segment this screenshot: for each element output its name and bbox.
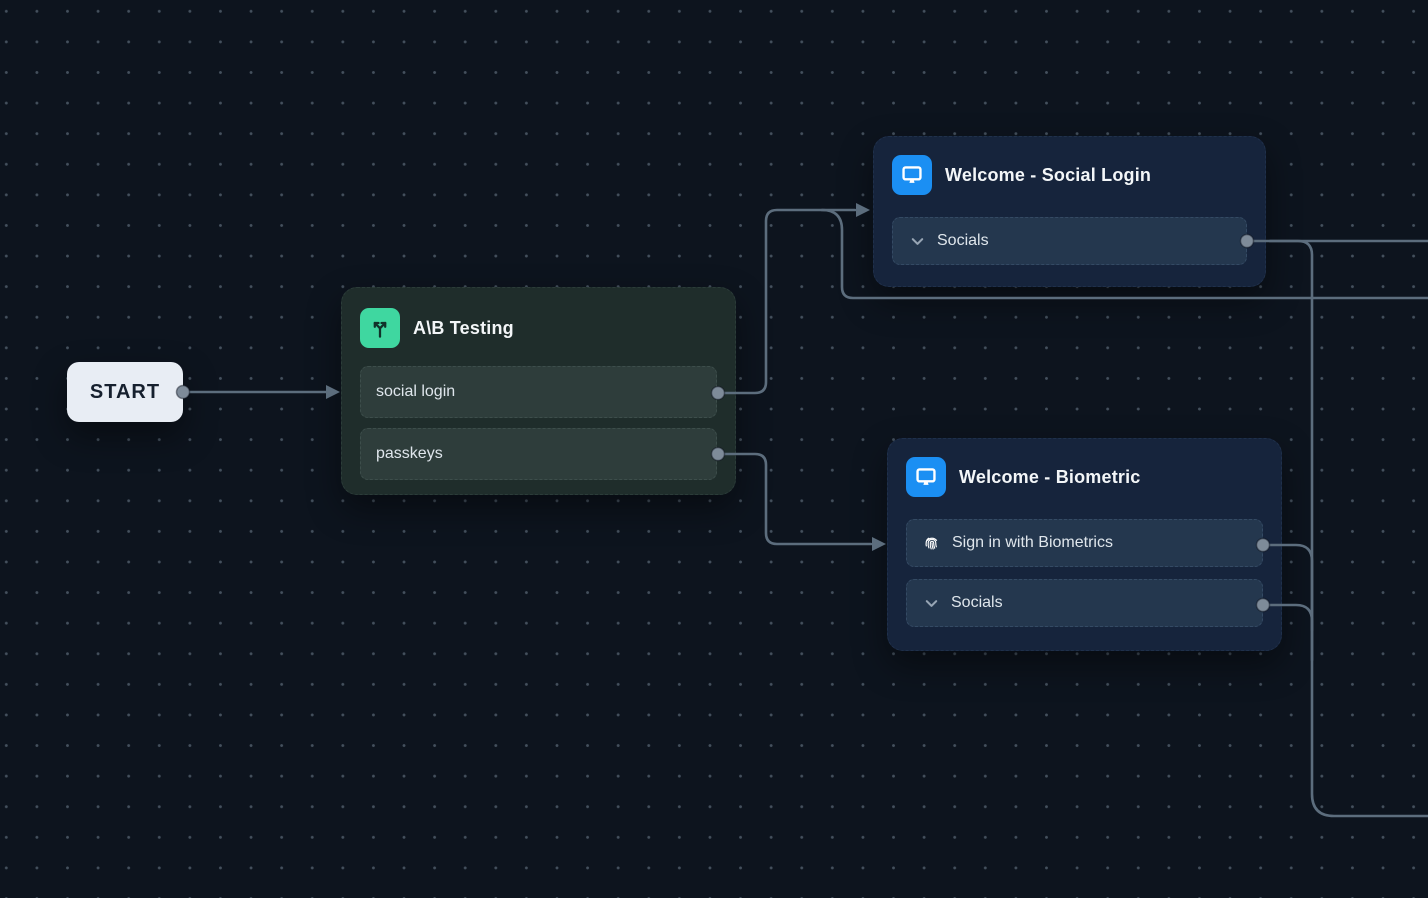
node-welcome-social-login[interactable]: Welcome - Social Login Socials bbox=[873, 136, 1266, 287]
node-title: Welcome - Social Login bbox=[945, 165, 1151, 186]
row-label: social login bbox=[376, 383, 455, 401]
start-label: START bbox=[90, 381, 160, 404]
node-title: Welcome - Biometric bbox=[959, 467, 1141, 488]
node-title: A\B Testing bbox=[413, 318, 514, 339]
screen-icon bbox=[906, 457, 946, 497]
edge-trunk-to-offscreen-bottom[interactable] bbox=[1270, 241, 1428, 816]
row-label: Sign in with Biometrics bbox=[952, 534, 1113, 552]
node-header: A\B Testing bbox=[360, 308, 717, 348]
arrowhead-ab-testing bbox=[326, 385, 340, 399]
edge-social-login-to-welcome-social[interactable] bbox=[718, 210, 855, 393]
arrowhead-welcome-biometric bbox=[872, 537, 886, 551]
arrowhead-welcome-social bbox=[856, 203, 870, 217]
node-header: Welcome - Social Login bbox=[892, 155, 1247, 195]
chevron-down-icon[interactable] bbox=[908, 232, 927, 251]
row-label: Socials bbox=[951, 594, 1003, 612]
split-arrows-icon bbox=[360, 308, 400, 348]
screen-icon bbox=[892, 155, 932, 195]
node-welcome-biometric[interactable]: Welcome - Biometric Sign in with Biometr… bbox=[887, 438, 1282, 651]
chevron-down-icon[interactable] bbox=[922, 594, 941, 613]
row-socials[interactable]: Socials bbox=[906, 579, 1263, 627]
fingerprint-icon bbox=[922, 533, 942, 553]
flow-canvas[interactable]: START A\B Testing social login passkeys bbox=[0, 0, 1428, 898]
row-socials[interactable]: Socials bbox=[892, 217, 1247, 265]
node-header: Welcome - Biometric bbox=[906, 457, 1263, 497]
row-passkeys[interactable]: passkeys bbox=[360, 428, 717, 480]
row-sign-in-with-biometrics[interactable]: Sign in with Biometrics bbox=[906, 519, 1263, 567]
row-label: Socials bbox=[937, 232, 989, 250]
row-social-login[interactable]: social login bbox=[360, 366, 717, 418]
node-ab-testing[interactable]: A\B Testing social login passkeys bbox=[341, 287, 736, 495]
row-label: passkeys bbox=[376, 445, 443, 463]
node-start[interactable]: START bbox=[67, 362, 183, 422]
edge-passkeys-to-welcome-biometric[interactable] bbox=[718, 454, 871, 544]
